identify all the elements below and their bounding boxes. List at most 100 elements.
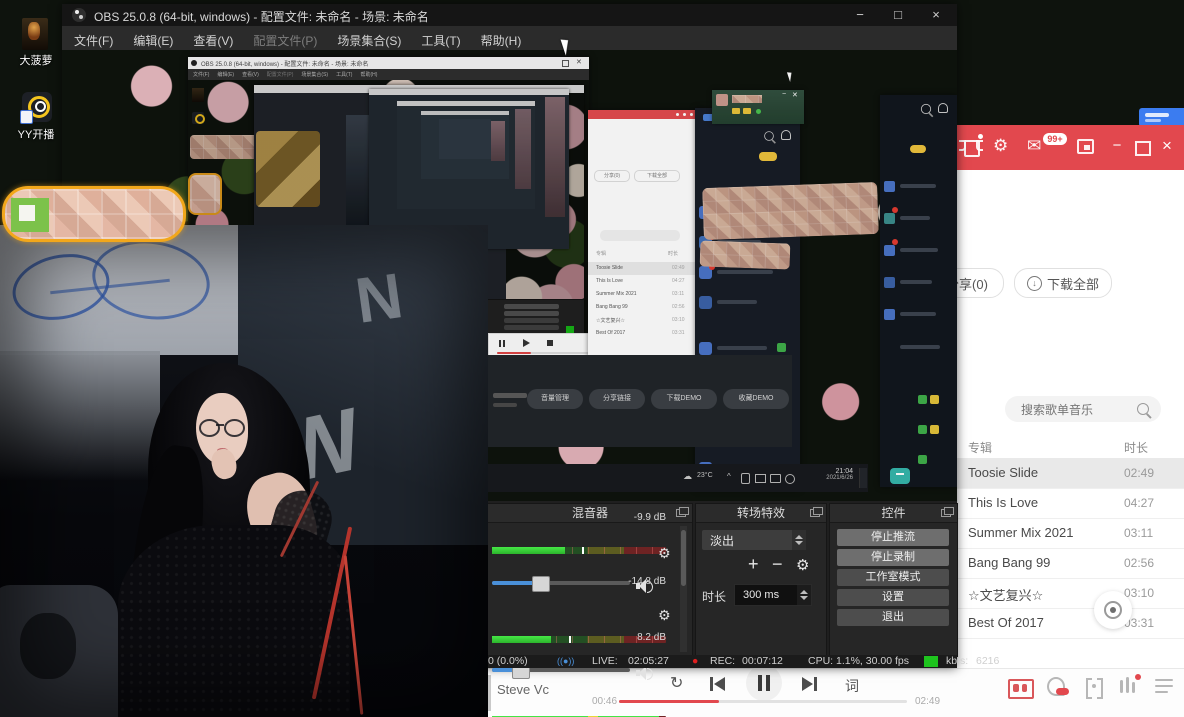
tag-avatar-block [11,198,49,232]
scrollbar-thumb[interactable] [681,530,686,586]
dropped-frames: 0 (0.0%) [488,655,528,668]
stop-recording-button[interactable]: 停止录制 [837,549,949,566]
next-track-button[interactable] [802,677,818,691]
desktop-icon-yy[interactable]: YY开播 [8,92,64,152]
obs-minimize-button[interactable]: − [843,4,877,26]
vip-badge [918,425,927,434]
pause-button[interactable] [746,665,782,701]
skin-icon[interactable] [960,138,980,155]
popout-icon[interactable] [941,509,951,517]
add-transition-button[interactable]: + [748,554,759,575]
desktop-icon-label: 大菠萝 [8,52,64,68]
menu-edit[interactable]: 编辑(E) [133,32,173,49]
mini-mode-icon[interactable] [1077,139,1094,154]
desktop-icon-diablo[interactable]: 大菠萝 [8,18,64,78]
previous-track-button[interactable] [710,677,726,691]
equalizer-icon[interactable] [1120,677,1140,695]
shape [20,110,33,124]
song-row[interactable]: Best Of 2017 03:31 [948,608,1184,639]
settings-gear-icon[interactable]: ⚙ [993,136,1008,156]
remove-transition-button[interactable]: − [772,554,783,575]
shape [1155,691,1168,693]
obs-maximize-button[interactable]: □ [881,4,915,26]
mixer-ch1-settings-icon[interactable]: ⚙ [658,545,671,562]
song-row[interactable]: Toosie Slide 02:49 [948,458,1184,489]
search-input[interactable] [1019,400,1133,420]
shape [795,535,803,539]
settings-button[interactable]: 设置 [837,589,949,606]
search-icon[interactable] [1137,403,1149,415]
mini-pill: 下载全部 [634,170,680,182]
pink-speck [545,97,565,217]
tray-icon [755,474,766,483]
player-close-button[interactable]: × [1155,135,1179,157]
song-row[interactable]: Bang Bang 99 02:56 [948,548,1184,579]
search-icon [764,131,774,141]
nested-close: ✕ [576,58,582,66]
select-spinner[interactable] [792,530,806,550]
total-time: 02:49 [915,696,940,707]
duration-field[interactable]: 300 ms [734,584,812,606]
locate-current-song-button[interactable] [1094,591,1132,629]
minimize-icon: − [782,91,786,98]
song-title: ☆文艺复兴☆ [968,585,1043,604]
playback-bar: Steve Vc ↻ 词 00:46 02:49 [487,668,1184,717]
menu-scene-collection[interactable]: 场景集合(S) [337,32,401,49]
song-row[interactable]: This Is Love 04:27 [948,488,1184,519]
sound-quality-seal-icon[interactable] [1008,679,1034,699]
avatar [699,342,712,355]
search-icon [921,104,931,114]
recursion-l5 [397,101,535,209]
mute-speaker-icon[interactable] [636,666,652,680]
shape [79,15,83,19]
censored-overlay-small [700,240,791,269]
stop-icon [547,340,553,346]
menu-file[interactable]: 文件(F) [74,32,113,49]
menu-tools[interactable]: 工具(T) [421,32,460,49]
player-minimize-button[interactable]: − [1103,135,1131,157]
header [588,110,700,119]
progress-track[interactable] [619,700,907,703]
transition-settings-icon[interactable]: ⚙ [796,556,809,574]
audio-device-icon[interactable] [1086,678,1102,695]
notification-dot [978,134,983,139]
mixer-ch1-meter [492,547,666,554]
duration-spinner[interactable] [797,585,811,605]
pill-label: 音量管理 [541,395,569,402]
popout-icon[interactable] [810,509,820,517]
download-all-pill[interactable]: ↓ 下载全部 [1014,268,1112,298]
captured-qq-panel-right [880,95,957,487]
menu-help[interactable]: 帮助(H) [481,32,522,49]
avatar [699,296,712,309]
playlist-search[interactable] [1005,396,1161,422]
playlist-icon[interactable] [1155,679,1173,693]
exit-button[interactable]: 退出 [837,609,949,626]
mixer-scrollbar[interactable] [680,526,687,652]
menu-view[interactable]: 查看(V) [193,32,233,49]
desktop-icon-label: YY开播 [8,126,64,142]
song-row[interactable]: ☆文艺复兴☆ 03:10 [948,578,1184,609]
player-maximize-button[interactable] [1135,141,1151,156]
mail-icon[interactable]: ✉ [1027,136,1041,156]
obs-titlebar[interactable]: OBS 25.0.8 (64-bit, windows) - 配置文件: 未命名… [62,4,957,26]
stop-streaming-button[interactable]: 停止推流 [837,529,949,546]
titlebar [421,111,509,115]
mixer-ch2-settings-icon[interactable]: ⚙ [658,607,671,624]
transition-select[interactable]: 淡出 [702,530,806,550]
studio-mode-button[interactable]: 工作室模式 [837,569,949,586]
controls-dock-titlebar[interactable]: 控件 [830,504,957,523]
transitions-dock-titlebar[interactable]: 转场特效 [696,504,826,523]
lyrics-toggle[interactable]: 词 [845,676,859,696]
mixer-dock: 混音器 -9.9 dB ⚙ -14.8 dB [487,503,693,657]
show-desktop-strip [859,468,867,488]
song-row[interactable]: Summer Mix 2021 03:11 [948,518,1184,549]
play-mode-icon[interactable]: ↻ [670,673,683,693]
mini-col: 专辑 [596,250,606,257]
song-duration: 03:10 [1124,586,1154,600]
obs-close-button[interactable]: × [919,4,953,26]
mixer-ch2-volume-slider[interactable] [492,668,630,672]
menu-profile[interactable]: 配置文件(P) [253,32,317,49]
now-playing-title[interactable]: Steve Vc [497,682,549,697]
sound-effect-icon[interactable] [1047,677,1069,697]
popout-icon[interactable] [676,509,686,517]
